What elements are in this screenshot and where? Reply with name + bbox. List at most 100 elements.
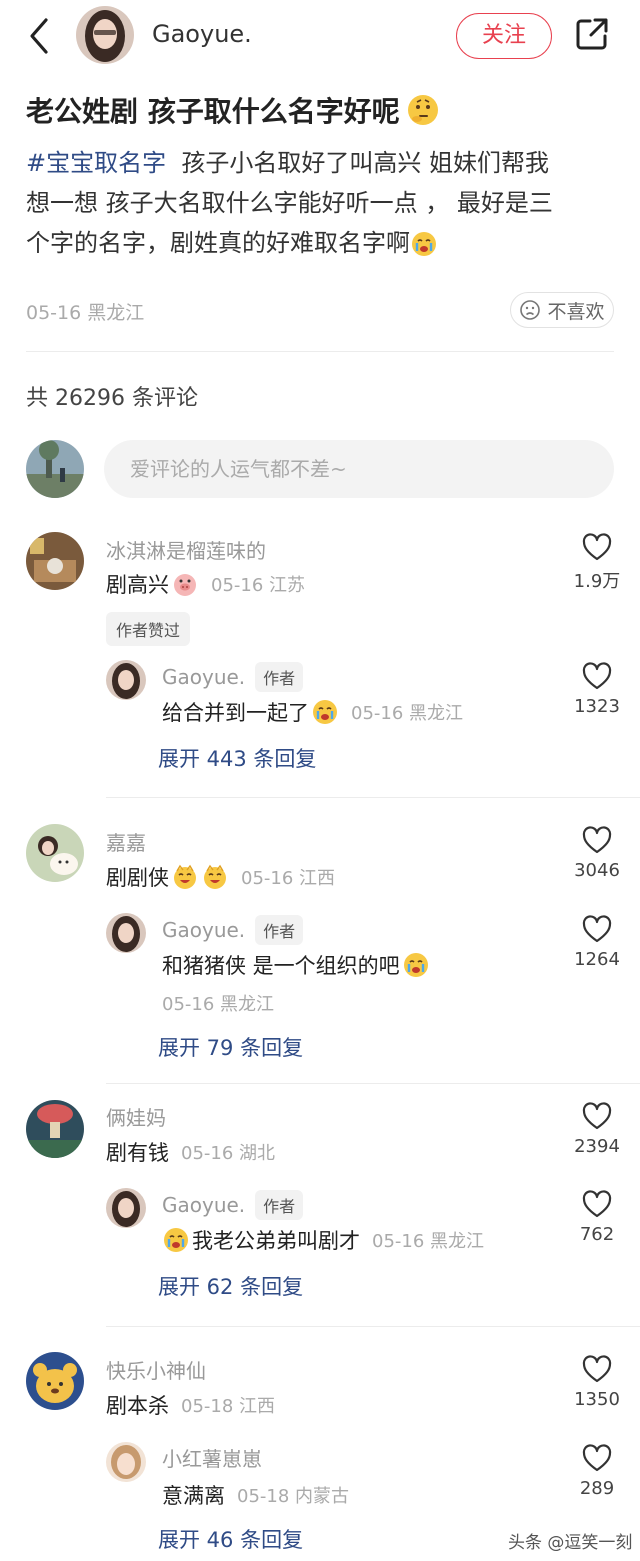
commenter-avatar[interactable] (26, 1100, 84, 1158)
reply-username[interactable]: Gaoyue. (162, 918, 245, 942)
expand-replies-link[interactable]: 展开 443 条回复 (158, 743, 316, 773)
like-button[interactable]: 3046 (557, 826, 637, 881)
reply-body: 意满离 (162, 1484, 225, 1508)
comment-body: 剧剧侠 (106, 866, 169, 890)
heart-icon (582, 1190, 612, 1218)
reply-text: 给合并到一起了 05-16 黑龙江 (162, 697, 463, 727)
reply-username-row: Gaoyue. 作者 (162, 915, 304, 945)
share-icon (576, 18, 608, 50)
my-avatar (26, 440, 84, 498)
comment-username[interactable]: 俩娃妈 (106, 1102, 166, 1131)
like-button[interactable]: 289 (557, 1444, 637, 1499)
comment-divider (106, 797, 640, 798)
like-count: 1264 (574, 949, 620, 970)
reply-meta: 05-16 黑龙江 (351, 703, 464, 724)
comment-meta: 05-16 湖北 (181, 1143, 276, 1164)
heart-icon (582, 826, 612, 854)
reply-meta: 05-18 内蒙古 (237, 1486, 350, 1507)
watermark: 头条 @逗笑一刻 (508, 1533, 633, 1553)
laughing-emoji-icon (204, 864, 226, 889)
crying-emoji-icon (164, 1228, 188, 1252)
post-divider (26, 351, 614, 352)
comment-text: 剧剧侠 05-16 江西 (106, 862, 335, 892)
heart-icon (582, 662, 612, 690)
reply-body: 我老公弟弟叫剧才 (192, 1229, 360, 1253)
like-button[interactable]: 1323 (557, 662, 637, 717)
commenter-avatar[interactable] (26, 532, 84, 590)
post-title: 老公姓剧 孩子取什么名字好呢 (26, 90, 440, 130)
heart-icon (582, 533, 612, 561)
reply-username[interactable]: Gaoyue. (162, 665, 245, 689)
like-button[interactable]: 2394 (557, 1102, 637, 1157)
like-count: 1.9万 (573, 571, 621, 592)
like-count: 1350 (574, 1389, 620, 1410)
commenter-avatar[interactable] (26, 1352, 84, 1410)
post-title-text: 老公姓剧 孩子取什么名字好呢 (26, 95, 400, 128)
expand-replies-link[interactable]: 展开 62 条回复 (158, 1271, 303, 1301)
like-count: 762 (579, 1224, 615, 1245)
author-liked-badge: 作者赞过 (106, 612, 191, 646)
thinking-emoji-icon (407, 95, 438, 125)
comment-divider (106, 1326, 640, 1327)
comment-text: 剧高兴 05-16 江苏 (106, 569, 305, 599)
reply-username-row: Gaoyue. 作者 (162, 1190, 304, 1220)
comment-meta: 05-16 江苏 (211, 575, 306, 596)
chevron-left-icon (30, 18, 48, 54)
sad-face-icon (520, 300, 541, 320)
heart-icon (582, 915, 612, 943)
reply-avatar[interactable] (106, 1442, 146, 1482)
comment-body: 剧有钱 (106, 1141, 169, 1165)
dislike-label: 不喜欢 (547, 300, 605, 323)
comment-text: 剧有钱 05-16 湖北 (106, 1137, 275, 1167)
like-button[interactable]: 1.9万 (557, 533, 637, 593)
comment-count: 共 26296 条评论 (26, 386, 198, 411)
share-button[interactable] (574, 16, 610, 52)
follow-button[interactable]: 关注 (456, 13, 552, 59)
like-button[interactable]: 1264 (557, 915, 637, 970)
expand-replies-link[interactable]: 展开 46 条回复 (158, 1524, 303, 1554)
comment-divider (106, 1083, 640, 1084)
comment-username[interactable]: 嘉嘉 (106, 827, 146, 856)
comment-input[interactable]: 爱评论的人运气都不差~ (104, 440, 614, 498)
comment-username[interactable]: 冰淇淋是榴莲味的 (106, 535, 266, 564)
reply-body: 和猪猪侠 是一个组织的吧 (162, 954, 400, 978)
post-meta: 05-16 黑龙江 (26, 302, 145, 324)
reply-username-row: 小红薯崽崽 (162, 1443, 262, 1472)
dislike-button[interactable]: 不喜欢 (510, 292, 614, 328)
like-button[interactable]: 762 (557, 1190, 637, 1245)
heart-icon (582, 1444, 612, 1472)
author-tag: 作者 (255, 915, 304, 945)
heart-icon (582, 1102, 612, 1130)
comment-username[interactable]: 快乐小神仙 (106, 1355, 206, 1384)
post-body-line2: 想一想 孩子大名取什么字能好听一点 ， 最好是三 (26, 189, 553, 217)
piggy-emoji-icon (174, 574, 196, 596)
like-button[interactable]: 1350 (557, 1355, 637, 1410)
reply-username[interactable]: 小红薯崽崽 (162, 1443, 262, 1472)
reply-avatar[interactable] (106, 660, 146, 700)
reply-text: 意满离 05-18 内蒙古 (162, 1480, 349, 1510)
author-tag: 作者 (255, 1190, 304, 1220)
post-body-line1: 孩子小名取好了叫高兴 姐妹们帮我 (181, 149, 550, 177)
reply-meta: 05-16 黑龙江 (162, 994, 275, 1015)
author-name[interactable]: Gaoyue. (152, 20, 252, 48)
author-avatar[interactable] (76, 6, 134, 64)
expand-replies-link[interactable]: 展开 79 条回复 (158, 1032, 303, 1062)
comment-meta: 05-16 江西 (241, 868, 336, 889)
hashtag-link[interactable]: #宝宝取名字 (26, 149, 166, 177)
like-count: 3046 (574, 860, 620, 881)
reply-avatar[interactable] (106, 913, 146, 953)
comment-text: 剧本杀 05-18 江西 (106, 1390, 275, 1420)
crying-emoji-icon (313, 700, 337, 724)
like-count: 1323 (574, 696, 620, 717)
reply-username[interactable]: Gaoyue. (162, 1193, 245, 1217)
reply-text: 我老公弟弟叫剧才 05-16 黑龙江 (162, 1225, 484, 1255)
commenter-avatar[interactable] (26, 824, 84, 882)
like-count: 289 (579, 1478, 615, 1499)
reply-avatar[interactable] (106, 1188, 146, 1228)
reply-text: 和猪猪侠 是一个组织的吧 (162, 950, 430, 980)
like-count: 2394 (574, 1136, 620, 1157)
reply-meta: 05-16 黑龙江 (372, 1231, 485, 1252)
reply-username-row: Gaoyue. 作者 (162, 662, 304, 692)
comment-meta: 05-18 江西 (181, 1396, 276, 1417)
back-button[interactable] (24, 16, 54, 56)
